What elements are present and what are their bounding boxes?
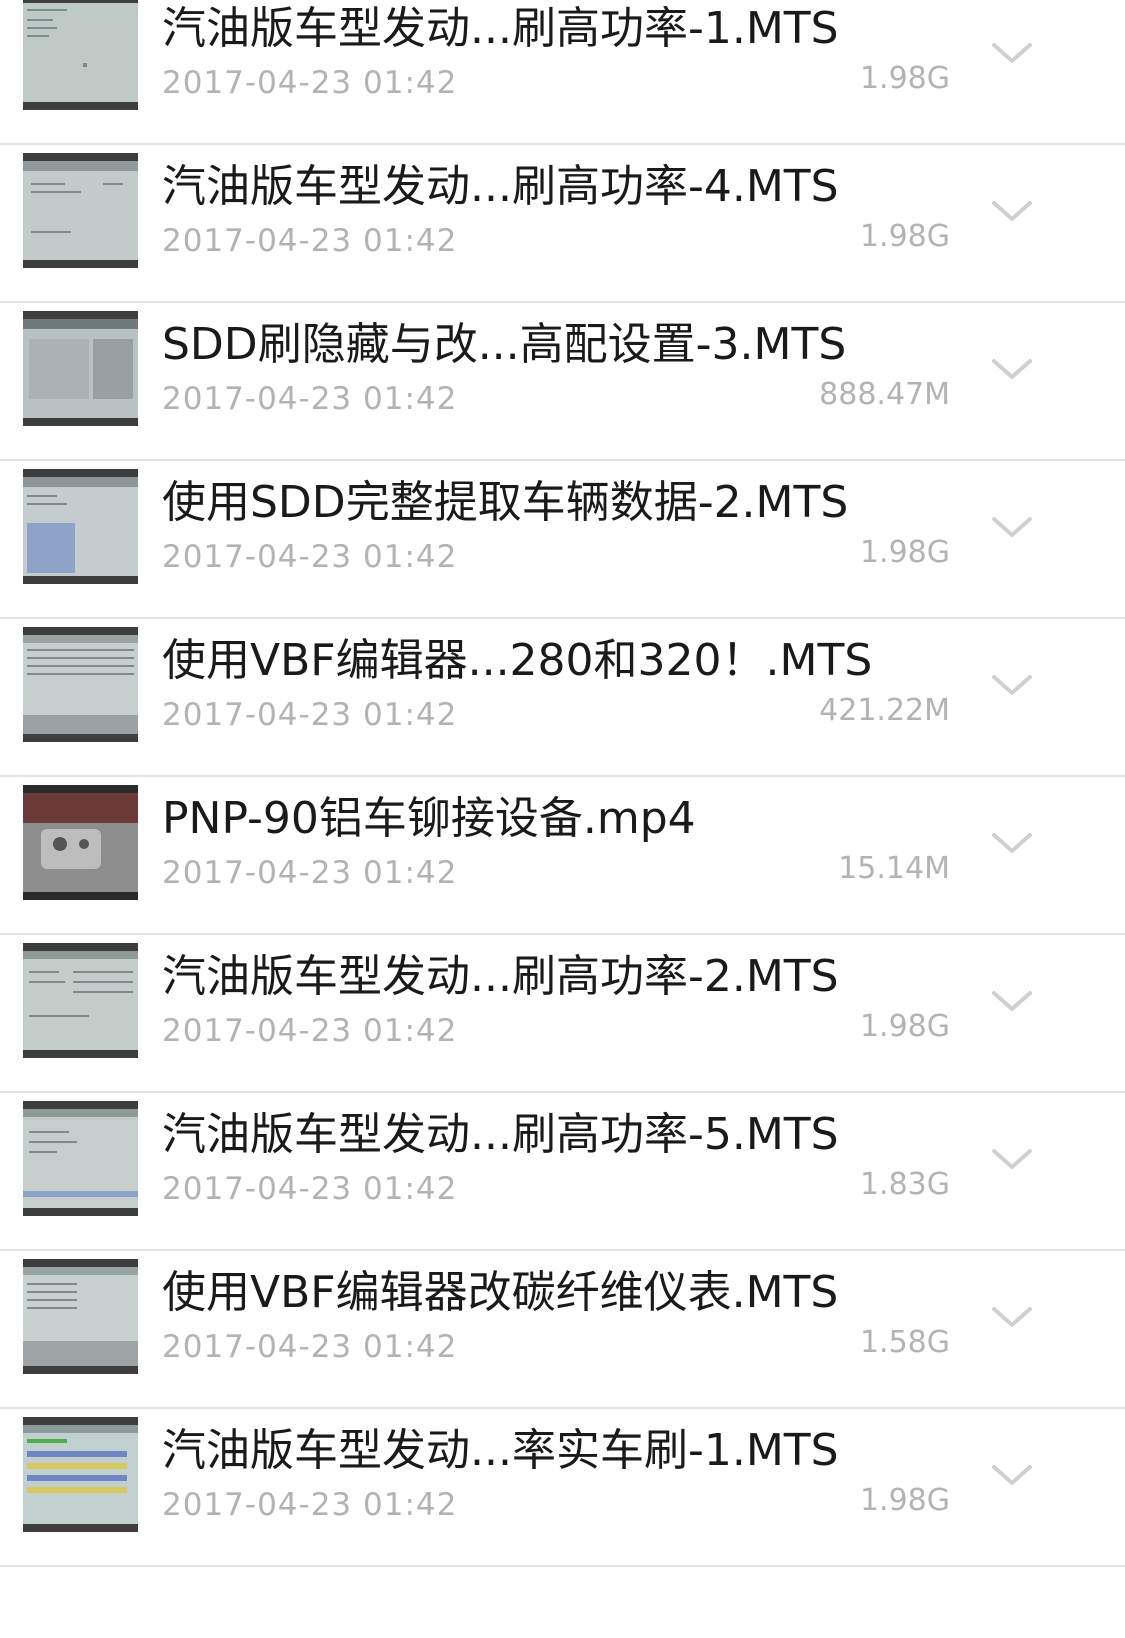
- video-thumbnail: [23, 1259, 138, 1374]
- file-list: 汽油版车型发动...刷高功率-1.MTS 2017-04-23 01:42 1.…: [0, 0, 1125, 1638]
- file-size: 421.22M: [819, 693, 950, 728]
- file-row[interactable]: 汽油版车型发动...刷高功率-5.MTS 2017-04-23 01:42 1.…: [0, 1093, 1125, 1251]
- file-size: 1.83G: [859, 1167, 950, 1202]
- file-name: 使用VBF编辑器改碳纤维仪表.MTS: [162, 1267, 839, 1318]
- video-thumbnail: [23, 627, 138, 742]
- file-name: 汽油版车型发动...刷高功率-2.MTS: [162, 951, 839, 1002]
- file-date: 2017-04-23 01:42: [162, 539, 458, 575]
- file-name: SDD刷隐藏与改...高配设置-3.MTS: [162, 319, 847, 370]
- chevron-down-icon[interactable]: [988, 661, 1036, 709]
- file-date: 2017-04-23 01:42: [162, 1329, 458, 1365]
- chevron-down-icon[interactable]: [988, 503, 1036, 551]
- chevron-down-icon[interactable]: [988, 1451, 1036, 1499]
- file-row[interactable]: 汽油版车型发动...刷高功率-4.MTS 2017-04-23 01:42 1.…: [0, 145, 1125, 303]
- file-size: 15.14M: [838, 851, 950, 886]
- file-row[interactable]: SDD刷隐藏与改...高配设置-3.MTS 2017-04-23 01:42 8…: [0, 303, 1125, 461]
- file-row[interactable]: 汽油版车型发动...率实车刷-1.MTS 2017-04-23 01:42 1.…: [0, 1409, 1125, 1567]
- file-size: 1.98G: [859, 1483, 950, 1518]
- file-date: 2017-04-23 01:42: [162, 855, 458, 891]
- file-name: 使用VBF编辑器...280和320！.MTS: [162, 635, 873, 686]
- video-thumbnail: [23, 311, 138, 426]
- file-date: 2017-04-23 01:42: [162, 1013, 458, 1049]
- file-name: 汽油版车型发动...率实车刷-1.MTS: [162, 1425, 839, 1476]
- file-date: 2017-04-23 01:42: [162, 1171, 458, 1207]
- file-size: 1.98G: [859, 535, 950, 570]
- video-thumbnail: [23, 1101, 138, 1216]
- chevron-down-icon[interactable]: [988, 1135, 1036, 1183]
- chevron-down-icon[interactable]: [988, 1293, 1036, 1341]
- file-name: 汽油版车型发动...刷高功率-5.MTS: [162, 1109, 839, 1160]
- file-size: 1.98G: [859, 61, 950, 96]
- chevron-down-icon[interactable]: [988, 29, 1036, 77]
- file-row[interactable]: PNP-90铝车铆接设备.mp4 2017-04-23 01:42 15.14M: [0, 777, 1125, 935]
- video-thumbnail: [23, 785, 138, 900]
- file-size: 1.98G: [859, 219, 950, 254]
- file-date: 2017-04-23 01:42: [162, 1487, 458, 1523]
- file-date: 2017-04-23 01:42: [162, 381, 458, 417]
- file-date: 2017-04-23 01:42: [162, 223, 458, 259]
- video-thumbnail: [23, 1417, 138, 1532]
- video-thumbnail: [23, 0, 138, 110]
- video-thumbnail: [23, 153, 138, 268]
- video-thumbnail: [23, 943, 138, 1058]
- file-size: 1.98G: [859, 1009, 950, 1044]
- chevron-down-icon[interactable]: [988, 187, 1036, 235]
- file-date: 2017-04-23 01:42: [162, 65, 458, 101]
- video-thumbnail: [23, 469, 138, 584]
- file-name: 汽油版车型发动...刷高功率-1.MTS: [162, 3, 839, 54]
- file-size: 1.58G: [859, 1325, 950, 1360]
- file-row[interactable]: 汽油版车型发动...刷高功率-2.MTS 2017-04-23 01:42 1.…: [0, 935, 1125, 1093]
- chevron-down-icon[interactable]: [988, 977, 1036, 1025]
- file-size: 888.47M: [819, 377, 950, 412]
- file-name: PNP-90铝车铆接设备.mp4: [162, 793, 696, 844]
- chevron-down-icon[interactable]: [988, 345, 1036, 393]
- file-row[interactable]: 汽油版车型发动...刷高功率-1.MTS 2017-04-23 01:42 1.…: [0, 0, 1125, 145]
- file-date: 2017-04-23 01:42: [162, 697, 458, 733]
- file-name: 汽油版车型发动...刷高功率-4.MTS: [162, 161, 839, 212]
- file-row[interactable]: 使用SDD完整提取车辆数据-2.MTS 2017-04-23 01:42 1.9…: [0, 461, 1125, 619]
- file-row[interactable]: 使用VBF编辑器...280和320！.MTS 2017-04-23 01:42…: [0, 619, 1125, 777]
- file-row[interactable]: 使用VBF编辑器改碳纤维仪表.MTS 2017-04-23 01:42 1.58…: [0, 1251, 1125, 1409]
- chevron-down-icon[interactable]: [988, 819, 1036, 867]
- file-name: 使用SDD完整提取车辆数据-2.MTS: [162, 477, 849, 528]
